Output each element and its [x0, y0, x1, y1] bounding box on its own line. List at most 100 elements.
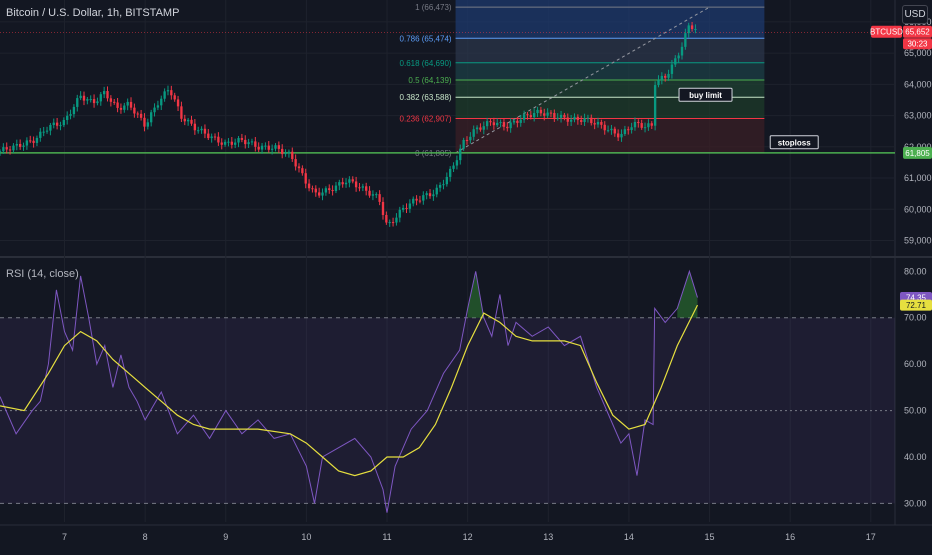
rsi-title: RSI (14, close)	[6, 268, 79, 280]
fib-level-label: 1 (66,473)	[415, 3, 452, 12]
candle-body	[116, 102, 119, 108]
candle-body	[583, 118, 586, 122]
candle-body	[432, 194, 435, 197]
candle-body	[146, 122, 149, 127]
candle-body	[170, 90, 173, 96]
candle-body	[381, 201, 385, 215]
candle-body	[465, 139, 469, 141]
candle-body	[660, 75, 664, 80]
candle-body	[257, 146, 260, 150]
candle-body	[237, 138, 240, 143]
candle-body	[657, 79, 660, 86]
candle-body	[5, 147, 8, 150]
fib-zone	[455, 7, 765, 39]
candle-body	[586, 117, 590, 119]
candle-body	[22, 145, 25, 147]
candle-body	[680, 46, 684, 56]
candle-body	[580, 120, 583, 122]
candle-body	[405, 207, 408, 209]
candle-body	[129, 101, 133, 108]
candle-body	[92, 99, 96, 104]
candle-body	[210, 136, 213, 139]
candle-body	[576, 116, 580, 121]
candle-body	[123, 105, 126, 110]
candle-body	[388, 222, 391, 224]
candle-body	[479, 127, 482, 130]
candle-body	[408, 203, 412, 209]
candle-body	[244, 139, 247, 145]
candle-body	[620, 134, 623, 138]
candle-body	[42, 131, 45, 133]
candle-body	[233, 142, 237, 145]
candle-body	[66, 115, 69, 120]
candle-body	[469, 136, 472, 141]
candle-body	[72, 106, 76, 115]
last-price-badge: 65,652	[903, 25, 932, 38]
candle-body	[653, 85, 657, 126]
price-tick-label: 59,000	[904, 236, 932, 246]
candle-body	[297, 166, 301, 169]
fib-zone	[455, 0, 765, 8]
candle-body	[136, 113, 139, 115]
candle-body	[499, 122, 502, 124]
time-tick-label: 7	[62, 532, 67, 542]
candle-body	[603, 124, 606, 131]
candle-body	[482, 126, 485, 130]
candle-body	[190, 119, 193, 124]
candle-body	[643, 127, 647, 129]
candle-body	[553, 113, 556, 118]
candle-body	[301, 168, 304, 174]
candle-body	[267, 145, 270, 150]
chart-canvas[interactable]: 789101112131415161766,00065,00064,00063,…	[0, 0, 932, 550]
candle-body	[496, 122, 499, 126]
candle-body	[156, 105, 160, 108]
candle-body	[462, 139, 465, 149]
candle-body	[18, 143, 22, 147]
candle-body	[321, 192, 324, 196]
candle-body	[52, 122, 55, 125]
candle-body	[113, 101, 116, 103]
candle-body	[150, 112, 153, 123]
candle-body	[284, 152, 287, 155]
currency-button[interactable]: USD	[902, 5, 928, 24]
candle-body	[623, 129, 627, 135]
candle-body	[281, 148, 284, 155]
candle-body	[361, 186, 365, 188]
candle-body	[512, 120, 516, 123]
price-tick-label: 63,000	[904, 111, 932, 121]
candle-body	[536, 109, 539, 114]
candle-body	[217, 136, 220, 143]
candle-body	[186, 119, 190, 122]
candle-body	[684, 33, 687, 47]
candle-body	[489, 121, 492, 123]
candle-body	[566, 117, 569, 122]
stoploss-annotation: stoploss	[769, 135, 819, 150]
rsi-ma-badge: 72.71	[900, 299, 932, 311]
candle-body	[475, 127, 479, 130]
candle-body	[49, 124, 52, 131]
candle-body	[76, 98, 79, 107]
candle-body	[207, 133, 210, 139]
candle-body	[8, 149, 12, 151]
candle-body	[590, 117, 593, 124]
candle-body	[82, 95, 86, 101]
candle-body	[351, 179, 354, 182]
candle-body	[35, 137, 39, 143]
candle-body	[455, 160, 459, 166]
candle-body	[593, 123, 596, 125]
time-tick-label: 10	[301, 532, 311, 542]
candle-body	[613, 128, 616, 134]
candle-body	[338, 182, 341, 186]
candle-body	[29, 140, 32, 142]
candle-body	[385, 214, 388, 223]
candle-body	[543, 113, 546, 116]
candle-body	[99, 94, 102, 102]
candle-body	[223, 141, 227, 145]
candle-body	[139, 113, 143, 118]
chart-root[interactable]: 789101112131415161766,00065,00064,00063,…	[0, 0, 932, 550]
candle-body	[314, 188, 317, 193]
candle-body	[307, 183, 311, 189]
candle-body	[650, 123, 653, 126]
candle-body	[328, 188, 331, 191]
candle-body	[485, 121, 489, 127]
